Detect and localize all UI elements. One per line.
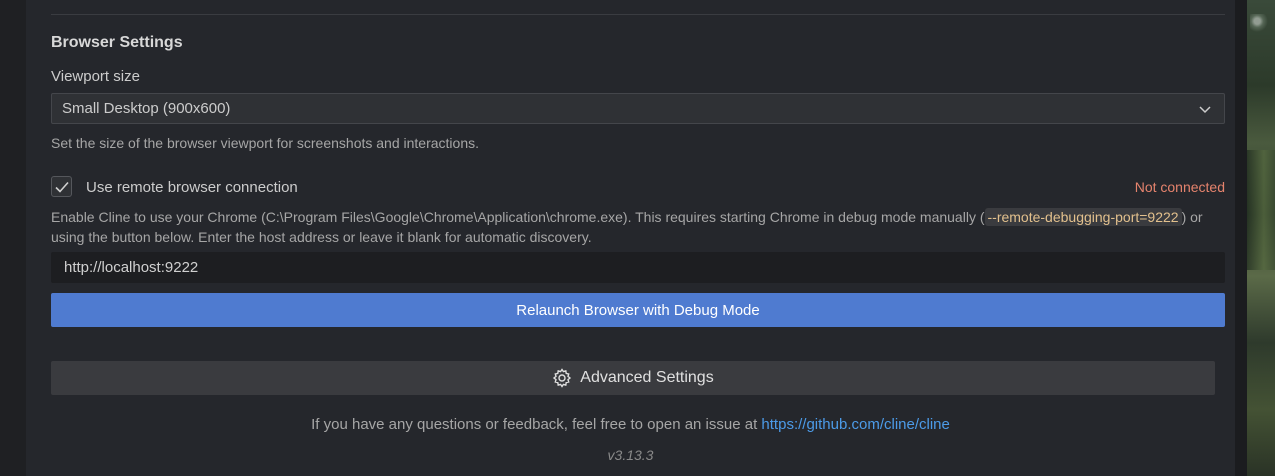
scrollbar-track[interactable] [1235, 0, 1247, 476]
viewport-size-value: Small Desktop (900x600) [62, 100, 231, 117]
checkmark-icon [54, 181, 69, 193]
github-link[interactable]: https://github.com/cline/cline [761, 416, 949, 433]
host-address-input[interactable] [51, 252, 1225, 283]
debug-port-code: --remote-debugging-port=9222 [984, 208, 1182, 226]
connection-status: Not connected [1134, 179, 1225, 195]
footer-message: If you have any questions or feedback, f… [311, 416, 762, 433]
remote-browser-description: Enable Cline to use your Chrome (C:\Prog… [51, 207, 1225, 247]
viewport-size-label: Viewport size [51, 68, 140, 85]
section-title: Browser Settings [51, 34, 183, 51]
remote-browser-checkbox[interactable] [51, 176, 72, 197]
chevron-down-icon [1199, 106, 1211, 114]
advanced-settings-button[interactable]: Advanced Settings [51, 361, 1215, 395]
left-gutter [0, 0, 26, 476]
relaunch-browser-button[interactable]: Relaunch Browser with Debug Mode [51, 293, 1225, 327]
section-divider [51, 14, 1225, 15]
gear-icon [553, 368, 572, 388]
viewport-help-text: Set the size of the browser viewport for… [51, 135, 479, 151]
viewport-size-select[interactable]: Small Desktop (900x600) [51, 93, 1225, 124]
version-label: v3.13.3 [607, 447, 654, 463]
description-text-start: Enable Cline to use your Chrome (C:\Prog… [51, 209, 985, 225]
remote-browser-label[interactable]: Use remote browser connection [86, 179, 298, 196]
desktop-wallpaper [1247, 0, 1275, 476]
footer-text: If you have any questions or feedback, f… [26, 416, 1235, 433]
advanced-settings-label: Advanced Settings [580, 369, 714, 386]
